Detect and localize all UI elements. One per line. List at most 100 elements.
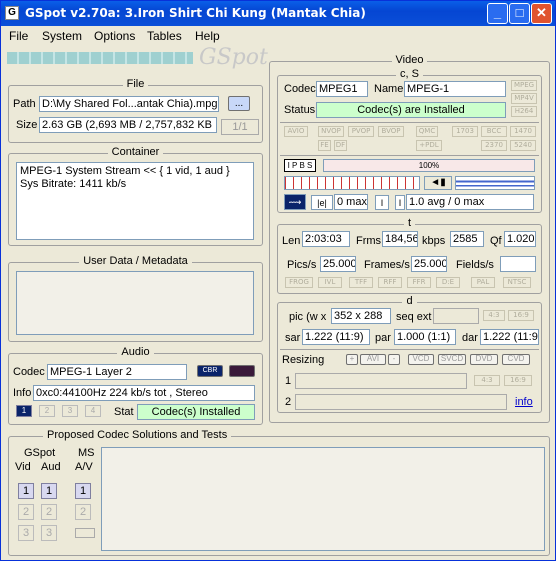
video-group-title: Video <box>391 54 428 66</box>
menu-tables[interactable]: Tables <box>147 29 182 43</box>
window-title: GSpot v2.70a: 3.Iron Shirt Chi Kung (Man… <box>25 6 366 20</box>
flag-pvop: PVOP <box>348 126 374 137</box>
ms-av-1-button[interactable]: 1 <box>75 483 91 499</box>
resize-ratio-4-3: 4:3 <box>474 375 500 386</box>
audio-codec-field: MPEG-1 Layer 2 <box>47 364 187 380</box>
sar-label: sar <box>285 332 301 344</box>
resize-svcd-button[interactable]: SVCD <box>438 354 466 365</box>
frames-label: Frames/s <box>364 259 410 271</box>
menu-system[interactable]: System <box>42 29 82 43</box>
gspot-vid-2-button[interactable]: 2 <box>18 504 34 520</box>
kbps-field: 2585 <box>450 231 484 247</box>
resize-minus-button[interactable]: - <box>388 354 400 365</box>
audio-group: Audio Codec MPEG-1 Layer 2 CBR Info 0xc0… <box>8 346 263 425</box>
resize-cvd-button[interactable]: CVD <box>502 354 530 365</box>
gspot-aud-1-button[interactable]: 1 <box>41 483 57 499</box>
audio-stat-label: Stat <box>114 406 134 418</box>
path-field[interactable]: D:\My Shared Fol...antak Chia).mpg <box>39 96 219 112</box>
flag-bcc: BCC <box>481 126 507 137</box>
par-field: 1.000 (1:1) <box>394 329 456 345</box>
file-group: File Path D:\My Shared Fol...antak Chia)… <box>8 78 263 143</box>
time-group: t Len 2:03:03 Frms 184,564 kbps 2585 Qf … <box>277 217 542 294</box>
browse-button[interactable]: ... <box>228 96 250 111</box>
close-button[interactable]: ✕ <box>531 3 552 24</box>
resize-row-1-label: 1 <box>285 375 292 387</box>
ratio-16-9: 16:9 <box>508 310 534 321</box>
codec-status-title: c, S <box>396 68 423 80</box>
ms-av-2-button[interactable]: 2 <box>75 504 91 520</box>
tag-ffr: FFR <box>407 277 431 288</box>
audio-track-3[interactable]: 3 <box>62 405 78 417</box>
ms-av-3-slot <box>75 528 95 538</box>
video-status-label: Status <box>284 104 316 116</box>
menu-options[interactable]: Options <box>94 29 135 43</box>
resize-vcd-button[interactable]: VCD <box>408 354 434 365</box>
menu-help[interactable]: Help <box>195 29 220 43</box>
pics-label: Pics/s <box>287 259 317 271</box>
gspot-vid-1-button[interactable]: 1 <box>18 483 34 499</box>
len-label: Len <box>282 235 301 247</box>
audio-info-field: 0xc0:44100Hz 224 kb/s tot , Stereo <box>33 385 255 401</box>
resize-ratio-16-9: 16:9 <box>504 375 532 386</box>
rate-start-icon: |e| <box>311 195 333 210</box>
rate-avg-field: 1.0 avg / 0 max <box>406 194 534 210</box>
dar-label: dar <box>462 332 478 344</box>
title-bar[interactable]: G GSpot v2.70a: 3.Iron Shirt Chi Kung (M… <box>1 1 555 26</box>
qf-field: 1.020 <box>504 231 536 247</box>
seq-ext-field <box>433 308 479 324</box>
container-group: Container MPEG-1 System Stream << { 1 vi… <box>8 146 263 246</box>
par-label: par <box>375 332 391 344</box>
dar-field: 1.222 (11:9) <box>480 329 539 345</box>
flag-bvop: BVOP <box>378 126 404 137</box>
container-info-box: MPEG-1 System Stream << { 1 vid, 1 aud }… <box>16 162 254 240</box>
dimension-group-title: d <box>402 295 417 307</box>
audio-track-4[interactable]: 4 <box>85 405 101 417</box>
metadata-group-title: User Data / Metadata <box>79 255 192 267</box>
size-field: 2.63 GB (2,693 MB / 2,757,832 KB <box>39 117 217 133</box>
minimize-button[interactable]: _ <box>487 3 508 24</box>
frames-field: 25.000 <box>411 256 447 272</box>
maximize-button[interactable]: □ <box>509 3 530 24</box>
audio-track-1[interactable]: 1 <box>16 405 32 417</box>
flag-1703: 1703 <box>452 126 478 137</box>
tag-tff: TFF <box>349 277 373 288</box>
info-link[interactable]: info <box>515 396 533 408</box>
tag-de: D:E <box>436 277 460 288</box>
proposed-group: Proposed Codec Solutions and Tests GSpot… <box>8 429 550 556</box>
flag-fe: FE <box>318 140 331 151</box>
kbps-label: kbps <box>422 235 446 247</box>
scan-icon[interactable]: ⟿ <box>284 194 306 210</box>
rate-max-field: 0 max <box>334 194 368 210</box>
resize-row-2-field <box>295 394 507 410</box>
video-codec-label: Codec <box>284 83 316 95</box>
menu-file[interactable]: File <box>9 29 28 43</box>
aud-column-label: Aud <box>41 461 61 473</box>
rate-i-icon: I <box>375 195 389 210</box>
audio-track-2[interactable]: 2 <box>39 405 55 417</box>
proposed-results-box <box>101 447 545 551</box>
gspot-vid-3-button[interactable]: 3 <box>18 525 34 541</box>
play-icon[interactable]: ◄▮ <box>424 176 452 190</box>
metadata-group: User Data / Metadata <box>8 255 263 342</box>
dimension-group: d pic (w x 352 x 288 seq ext 4:3 16:9 sa… <box>277 295 542 413</box>
video-codec-field: MPEG1 <box>316 81 368 97</box>
video-group: Video c, S Codec MPEG1 Name MPEG-1 MPEG … <box>269 54 550 423</box>
resize-avi-button[interactable]: AVI <box>360 354 386 365</box>
ms-column-label: MS <box>78 447 95 459</box>
tag-ivl: IVL <box>318 277 342 288</box>
resize-dvd-button[interactable]: DVD <box>470 354 498 365</box>
file-page-indicator: 1/1 <box>221 119 259 135</box>
frms-field: 184,564 <box>382 231 418 247</box>
gspot-aud-2-button[interactable]: 2 <box>41 504 57 520</box>
video-status-field: Codec(s) are Installed <box>316 102 506 118</box>
tag-frog: FROG <box>285 277 313 288</box>
seq-ext-label: seq ext <box>396 311 432 323</box>
resize-plus-button[interactable]: + <box>346 354 358 365</box>
time-group-title: t <box>403 217 416 229</box>
audio-info-label: Info <box>13 387 32 399</box>
size-label: Size <box>16 119 38 131</box>
gspot-aud-3-button[interactable]: 3 <box>41 525 57 541</box>
fields-label: Fields/s <box>456 259 494 271</box>
menu-bar: File System Options Tables Help <box>1 26 555 46</box>
bitrate-meter <box>455 176 535 190</box>
